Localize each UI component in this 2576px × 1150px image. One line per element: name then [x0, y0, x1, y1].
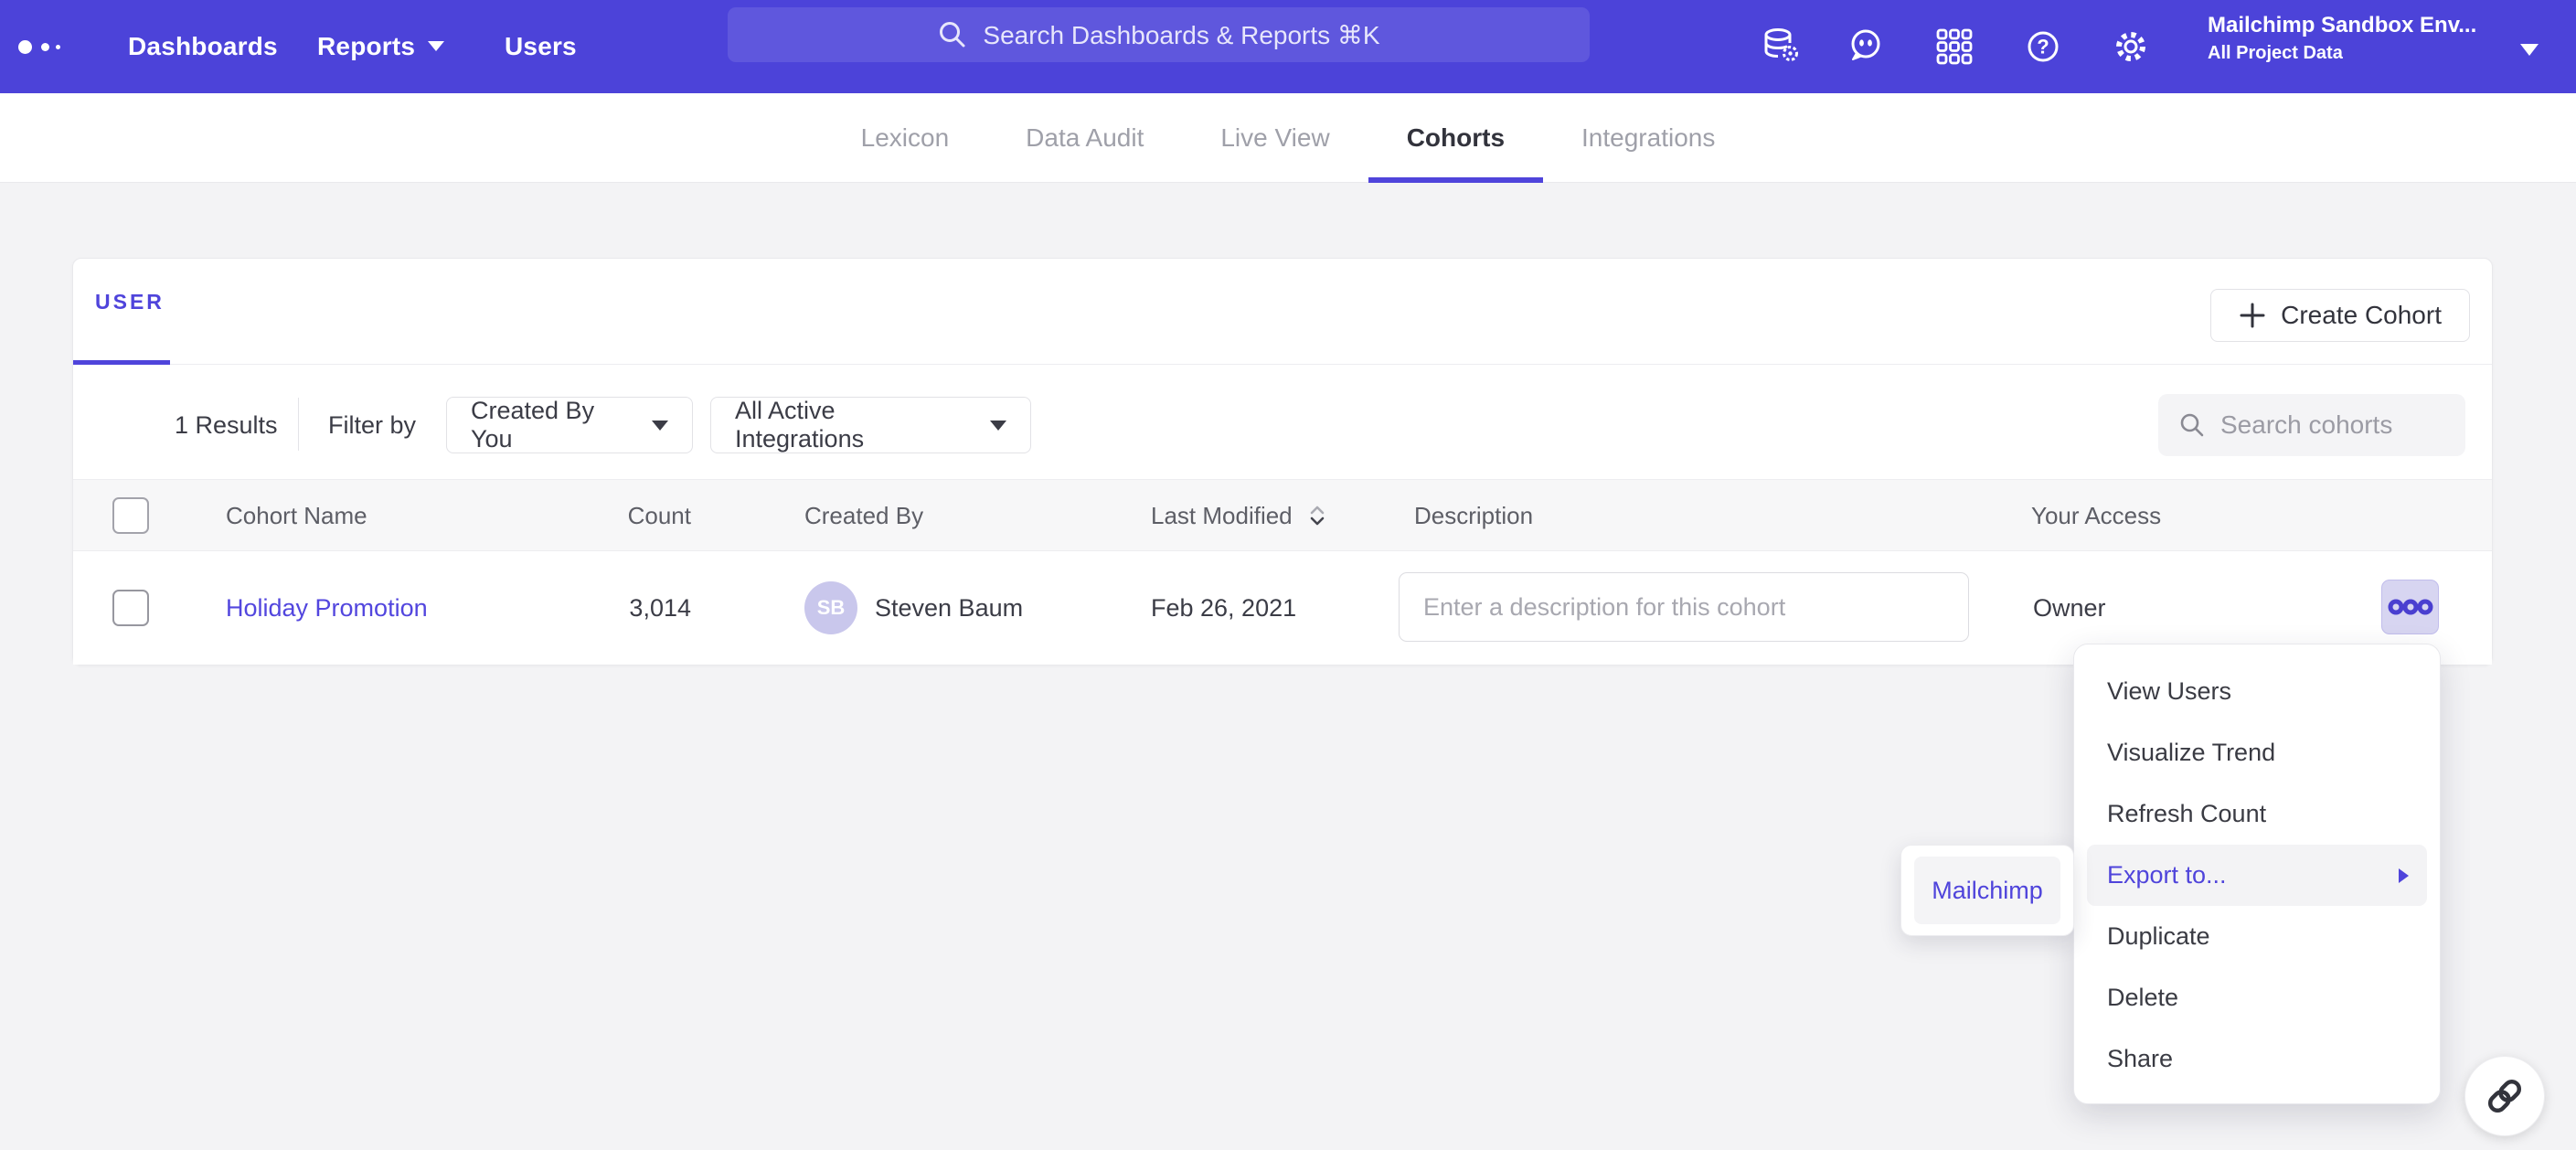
table-header-row: Cohort Name Count Created By Last Modifi…: [73, 479, 2492, 551]
chevron-down-icon: [652, 421, 668, 431]
nav-item-label: Reports: [317, 32, 415, 60]
results-count: 1 Results: [175, 397, 278, 453]
svg-text:?: ?: [2037, 36, 2049, 59]
create-cohort-button[interactable]: Create Cohort: [2210, 289, 2470, 342]
export-submenu: Mailchimp: [1900, 845, 2074, 936]
tab-label: Integrations: [1581, 123, 1715, 152]
create-cohort-label: Create Cohort: [2281, 301, 2442, 330]
tab-data-audit[interactable]: Data Audit: [987, 93, 1182, 183]
tab-live-view[interactable]: Live View: [1182, 93, 1368, 183]
plus-icon: [2239, 302, 2266, 329]
settings-gear-icon[interactable]: [2109, 25, 2153, 69]
global-search-placeholder: Search Dashboards & Reports ⌘K: [983, 20, 1379, 50]
copy-link-floating-button[interactable]: [2464, 1056, 2545, 1136]
menu-item-visualize-trend[interactable]: Visualize Trend: [2074, 722, 2440, 783]
column-header-cohort-name[interactable]: Cohort Name: [226, 480, 367, 552]
project-selector[interactable]: Mailchimp Sandbox Env... All Project Dat…: [2208, 11, 2509, 66]
cohort-count: 3,014: [512, 551, 691, 665]
select-all-checkbox[interactable]: [112, 497, 149, 534]
tab-label: Live View: [1220, 123, 1329, 152]
search-icon: [2178, 411, 2206, 439]
menu-item-export-to[interactable]: Export to...: [2087, 845, 2427, 906]
menu-item-delete[interactable]: Delete: [2074, 967, 2440, 1028]
dropdown-label: All Active Integrations: [735, 397, 970, 453]
project-name: Mailchimp Sandbox Env...: [2208, 11, 2509, 40]
description-input[interactable]: [1399, 572, 1969, 642]
row-checkbox[interactable]: [112, 590, 149, 626]
nav-item-dashboards[interactable]: Dashboards: [128, 0, 278, 93]
column-header-your-access[interactable]: Your Access: [2031, 480, 2161, 552]
divider: [73, 364, 2492, 365]
active-tab-underline: [73, 360, 170, 365]
more-dots-icon: [2387, 598, 2434, 616]
column-header-label: Last Modified: [1151, 502, 1293, 529]
cohort-name-link[interactable]: Holiday Promotion: [226, 551, 428, 665]
menu-item-refresh-count[interactable]: Refresh Count: [2074, 783, 2440, 845]
cohorts-card: USER Create Cohort 1 Results Filter by C…: [72, 258, 2493, 666]
creator-name: Steven Baum: [875, 551, 1023, 665]
divider: [298, 398, 299, 451]
row-more-actions-button[interactable]: [2381, 580, 2439, 634]
nav-item-users[interactable]: Users: [505, 0, 577, 93]
sort-icon: [1308, 504, 1326, 527]
last-modified-date: Feb 26, 2021: [1151, 551, 1296, 665]
menu-item-duplicate[interactable]: Duplicate: [2074, 906, 2440, 967]
menu-item-label: Export to...: [2107, 861, 2227, 889]
menu-item-view-users[interactable]: View Users: [2074, 661, 2440, 722]
tab-user-cohorts[interactable]: USER: [95, 290, 165, 314]
cohort-search-box: [2158, 394, 2465, 456]
project-scope: All Project Data: [2208, 40, 2509, 66]
data-management-icon[interactable]: [1759, 25, 1803, 69]
tab-label: Lexicon: [861, 123, 950, 152]
search-icon: [937, 19, 968, 50]
tab-lexicon[interactable]: Lexicon: [823, 93, 988, 183]
dropdown-label: Created By You: [471, 397, 632, 453]
column-header-count[interactable]: Count: [512, 480, 691, 552]
row-actions-context-menu: View Users Visualize Trend Refresh Count…: [2073, 644, 2441, 1104]
top-navbar: Dashboards Reports Users Search Dashboar…: [0, 0, 2576, 93]
secondary-navbar: Lexicon Data Audit Live View Cohorts Int…: [0, 93, 2576, 183]
creator-avatar: SB: [804, 581, 857, 634]
link-icon: [2481, 1072, 2528, 1120]
tab-cohorts[interactable]: Cohorts: [1368, 93, 1543, 183]
integrations-filter-dropdown[interactable]: All Active Integrations: [710, 397, 1031, 453]
apps-grid-icon[interactable]: [1932, 25, 1976, 69]
submenu-item-mailchimp[interactable]: Mailchimp: [1914, 857, 2060, 924]
nav-item-label: Dashboards: [128, 32, 278, 60]
column-header-last-modified[interactable]: Last Modified: [1151, 480, 1326, 552]
submenu-arrow-icon: [2399, 868, 2409, 883]
mixpanel-logo-icon[interactable]: [18, 0, 101, 93]
feedback-icon[interactable]: [1844, 25, 1888, 69]
cohort-search-input[interactable]: [2220, 410, 2422, 440]
chevron-down-icon: [990, 421, 1006, 431]
help-icon[interactable]: ?: [2021, 25, 2065, 69]
global-search-bar[interactable]: Search Dashboards & Reports ⌘K: [728, 7, 1590, 62]
tab-label: Data Audit: [1026, 123, 1144, 152]
tab-label: Cohorts: [1407, 123, 1505, 152]
column-header-created-by[interactable]: Created By: [804, 480, 923, 552]
chevron-down-icon: [428, 41, 444, 51]
created-by-filter-dropdown[interactable]: Created By You: [446, 397, 693, 453]
tab-integrations[interactable]: Integrations: [1543, 93, 1753, 183]
nav-item-reports[interactable]: Reports: [317, 0, 444, 93]
column-header-description[interactable]: Description: [1414, 480, 1533, 552]
project-chevron-down-icon[interactable]: [2520, 44, 2539, 56]
menu-item-share[interactable]: Share: [2074, 1028, 2440, 1090]
nav-item-label: Users: [505, 32, 577, 60]
filter-by-label: Filter by: [328, 397, 416, 453]
